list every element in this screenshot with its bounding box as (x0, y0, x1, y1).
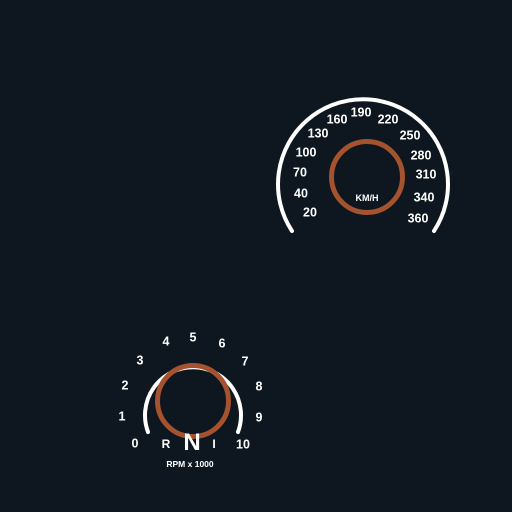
speedometer-tick-labels: 20 40 70 100 130160 190 220250 280 310 340 360 (293, 105, 436, 225)
speed-tick-label-280: 280 (411, 148, 432, 162)
speed-tick-label-250: 250 (400, 128, 421, 142)
speed-tick-label-360: 360 (408, 211, 429, 225)
speed-tick-label-70: 70 (293, 165, 307, 179)
rpm-tick-label-5: 5 (190, 330, 197, 344)
rpm-tick-label-2: 2 (122, 378, 129, 392)
speedometer: KM/H 20 40 70 100 130160 190 220250 280 310 340 36… (276, 97, 450, 233)
rpm-tick-label-7: 7 (242, 354, 249, 368)
rpm-tick-label-3: 3 (137, 353, 144, 367)
gear-indicator: N (183, 429, 200, 456)
speed-tick-label-40: 40 (294, 186, 308, 200)
rpm-tick-label-4: 4 (163, 334, 170, 348)
gear-left-label: R (162, 437, 171, 451)
speed-tick-label-310: 310 (416, 167, 437, 181)
rpm-tick-label-0: 0 (132, 436, 139, 450)
rpm-tick-label-9: 9 (256, 410, 263, 424)
speed-tick-label-340: 340 (414, 190, 435, 204)
speed-tick-label-220: 220 (378, 112, 399, 126)
rpm-tick-label-6: 6 (219, 336, 226, 350)
speed-tick-label-100: 100 (296, 145, 317, 159)
speed-tick-label-190: 190 (351, 105, 372, 119)
dashboard: KM/H 204070100130160 190 22025028031034036… (119, 97, 450, 469)
speed-unit-label: KM/H (356, 193, 379, 203)
tachometer: N R I RPM x 1000 01234 5 678910 (119, 330, 263, 469)
speed-tick-label-20: 20 (303, 205, 317, 219)
tachometer-inner-ring (155, 363, 231, 439)
gear-right-label: I (212, 437, 215, 451)
rpm-tick-label-8: 8 (256, 379, 263, 393)
speed-tick-label-130: 130 (308, 126, 329, 140)
speed-tick-label-160: 160 (327, 112, 348, 126)
rpm-unit-label: RPM x 1000 (166, 459, 214, 469)
rpm-tick-label-10: 10 (236, 437, 250, 451)
rpm-tick-label-1: 1 (119, 409, 126, 423)
